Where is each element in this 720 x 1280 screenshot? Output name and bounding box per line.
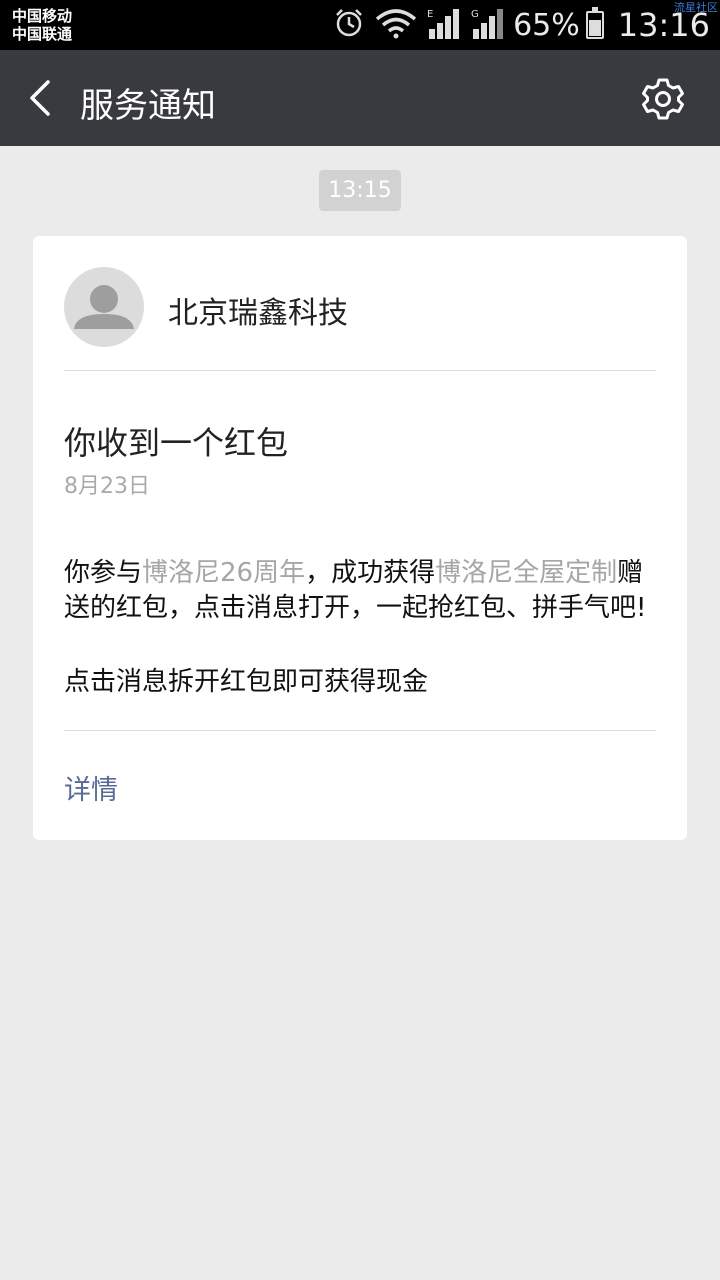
alarm-icon [333,7,365,43]
message-date: 8月23日 [64,474,150,499]
message-card[interactable]: 北京瑞鑫科技 你收到一个红包 8月23日 你参与博洛尼26周年，成功获得博洛尼全… [33,236,687,840]
back-button[interactable] [20,74,64,122]
body-highlight: 博洛尼全屋定制 [435,558,618,588]
settings-button[interactable] [640,76,686,122]
status-bar: 中国移动 中国联通 流星社区 E G 65% 13:16 [0,0,720,50]
carrier-1: 中国移动 [12,7,73,25]
chevron-left-icon [30,80,50,116]
battery-percent: 65% [513,7,580,43]
wifi-icon [375,7,417,43]
divider [64,730,656,731]
carrier-info: 中国移动 中国联通 [12,7,72,43]
message-timestamp: 13:15 [319,170,401,211]
message-body: 你参与博洛尼26周年，成功获得博洛尼全屋定制赠送的红包，点击消息打开，一起抢红包… [64,556,664,626]
body-text: ，成功获得 [305,558,436,588]
status-icons: E G 65% 13:16 [323,0,710,50]
user-placeholder-icon [74,285,134,329]
title-bar: 服务通知 [0,50,720,146]
message-note: 点击消息拆开红包即可获得现金 [64,667,429,697]
gear-icon [642,78,684,120]
network-type-1: E [427,9,433,20]
body-highlight: 博洛尼26周年 [142,558,306,588]
page-title: 服务通知 [80,86,216,126]
message-title: 你收到一个红包 [64,424,289,462]
status-clock: 13:16 [617,6,710,44]
network-type-2: G [471,9,479,20]
sender-name: 北京瑞鑫科技 [168,296,348,331]
avatar [64,267,144,347]
carrier-2: 中国联通 [12,25,73,43]
divider [64,370,656,371]
body-text: 你参与 [64,558,143,588]
signal-icon: G [471,7,505,43]
details-link[interactable]: 详情 [64,768,118,807]
battery-icon [585,7,604,39]
signal-icon: E [427,7,461,43]
